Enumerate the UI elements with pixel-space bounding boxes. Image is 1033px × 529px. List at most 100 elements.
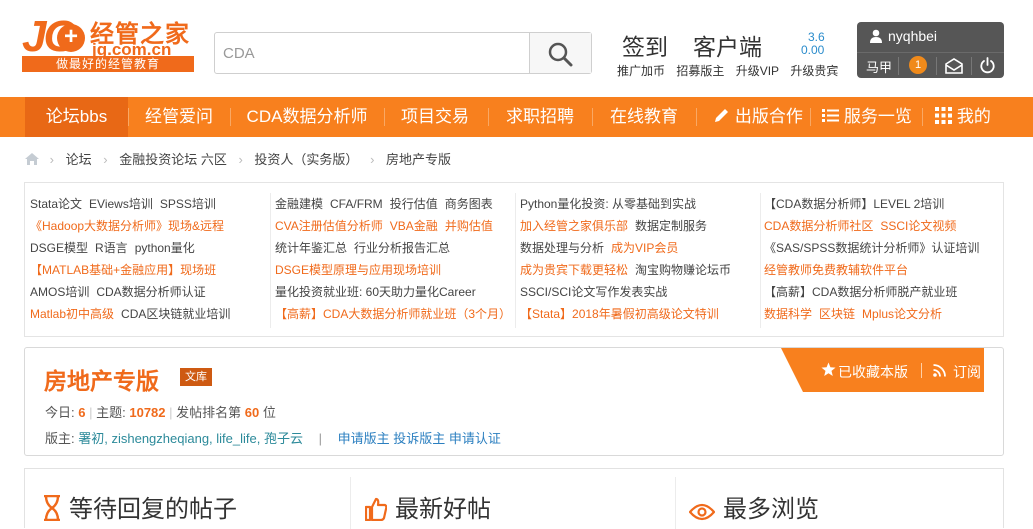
site-logo[interactable]: JG + 经管之家 jg.com.cn 做最好的经管教育 bbox=[22, 12, 194, 74]
nav-cda[interactable]: CDA数据分析师 bbox=[240, 97, 374, 137]
header-sublinks: 推广加币 招募版主 升级VIP 升级贵宾 bbox=[617, 62, 846, 79]
complain-mod-link[interactable]: 投诉版主 bbox=[393, 431, 445, 446]
ad-column-4: 【CDA数据分析师】LEVEL 2培训 CDA数据分析师社区 SSCI论文视频 《… bbox=[764, 193, 1008, 325]
upgrade-vip-link[interactable]: 升级VIP bbox=[736, 64, 779, 78]
ad-link[interactable]: CDA数据分析师社区 bbox=[764, 219, 873, 233]
nav-ask[interactable]: 经管爱问 bbox=[138, 97, 220, 137]
search-box bbox=[214, 32, 592, 74]
subscribe-button[interactable]: 订阅 bbox=[953, 362, 981, 382]
checkin-link[interactable]: 签到 bbox=[622, 28, 668, 62]
logo-plus-icon: + bbox=[57, 24, 85, 52]
nav-services[interactable]: 服务一览 bbox=[820, 97, 914, 137]
breadcrumb-sep: › bbox=[49, 152, 54, 167]
today-count: 6 bbox=[78, 405, 86, 420]
recruit-mod-link[interactable]: 招募版主 bbox=[676, 64, 724, 78]
user-icon bbox=[870, 29, 882, 43]
nav-trade[interactable]: 项目交易 bbox=[394, 97, 476, 137]
ad-link[interactable]: 【MATLAB基础+金融应用】现场班 bbox=[30, 263, 216, 277]
section-most-viewed[interactable]: 最多浏览 bbox=[688, 489, 819, 524]
ad-link[interactable]: AMOS培训 bbox=[30, 285, 89, 299]
ad-link[interactable]: SSCI论文视频 bbox=[880, 219, 956, 233]
moderator-list[interactable]: 署初, zishengzheqiang, life_life, 孢子云 bbox=[78, 431, 303, 446]
ad-link[interactable]: 加入经管之家俱乐部 bbox=[520, 219, 628, 233]
nav-mine[interactable]: 我的 bbox=[930, 97, 996, 137]
ad-link[interactable]: Stata论文 bbox=[30, 197, 82, 211]
notification-badge[interactable]: 1 bbox=[909, 56, 927, 74]
breadcrumb-sep: › bbox=[103, 152, 108, 167]
ad-link[interactable]: 商务图表 bbox=[445, 197, 493, 211]
home-icon[interactable] bbox=[24, 152, 40, 166]
upgrade-guest-link[interactable]: 升级贵宾 bbox=[790, 64, 838, 78]
ad-link[interactable]: 数据处理与分析 bbox=[520, 241, 604, 255]
ad-link[interactable]: 行业分析报告汇总 bbox=[354, 241, 450, 255]
ad-link[interactable]: VBA金融 bbox=[390, 219, 438, 233]
divider bbox=[936, 57, 937, 75]
library-tag[interactable]: 文库 bbox=[180, 368, 212, 386]
nav-divider bbox=[384, 108, 385, 126]
ad-column-2: 金融建模 CFA/FRM 投行估值 商务图表 CVA注册估值分析师 VBA金融 并购估值 … bbox=[275, 193, 519, 325]
ad-link[interactable]: Python量化投资: 从零基础到实战 bbox=[520, 197, 696, 211]
ad-link[interactable]: 【高薪】CDA大数据分析师就业班（3个月） bbox=[275, 307, 511, 321]
ad-link[interactable]: 《SAS/SPSS数据统计分析师》认证培训 bbox=[764, 241, 979, 255]
ad-link[interactable]: 并购估值 bbox=[445, 219, 493, 233]
breadcrumb-investor[interactable]: 投资人（实务版） bbox=[254, 152, 358, 167]
grid-icon bbox=[935, 107, 953, 124]
ad-link[interactable]: CDA数据分析师认证 bbox=[96, 285, 205, 299]
ad-link[interactable]: 【高薪】CDA数据分析师脱产就业班 bbox=[764, 285, 957, 299]
ad-link[interactable]: 《Hadoop大数据分析师》现场&远程 bbox=[30, 219, 224, 233]
nav-jobs[interactable]: 求职招聘 bbox=[498, 97, 582, 137]
ad-link[interactable]: 数据科学 bbox=[764, 307, 812, 321]
breadcrumb-forum[interactable]: 论坛 bbox=[66, 152, 92, 167]
ad-link[interactable]: EViews培训 bbox=[89, 197, 153, 211]
ad-link[interactable]: 【Stata】2018年暑假初高级论文特训 bbox=[520, 307, 719, 321]
power-icon[interactable] bbox=[979, 57, 996, 74]
username[interactable]: nyqhbei bbox=[869, 28, 937, 44]
nav-publish[interactable]: 出版合作 bbox=[712, 97, 804, 137]
ad-column-3: Python量化投资: 从零基础到实战 加入经管之家俱乐部 数据定制服务 数据处理… bbox=[520, 193, 764, 325]
section-latest-good[interactable]: 最新好帖 bbox=[364, 489, 491, 524]
nav-divider bbox=[128, 108, 129, 126]
ad-link[interactable]: DSGE模型原理与应用现场培训 bbox=[275, 263, 441, 277]
ad-link[interactable]: CDA区块链就业培训 bbox=[121, 307, 230, 321]
user-panel: nyqhbei 马甲 1 bbox=[857, 22, 1004, 78]
envelope-icon[interactable] bbox=[945, 58, 963, 74]
nav-bbs[interactable]: 论坛bbs bbox=[25, 97, 128, 137]
ad-link[interactable]: python量化 bbox=[135, 241, 195, 255]
client-link[interactable]: 客户端 bbox=[693, 28, 762, 62]
alias-link[interactable]: 马甲 bbox=[866, 57, 892, 76]
ad-link[interactable]: Matlab初中高级 bbox=[30, 307, 114, 321]
ad-link[interactable]: R语言 bbox=[95, 241, 128, 255]
ad-link[interactable]: 淘宝购物赚论坛币 bbox=[635, 263, 731, 277]
ad-link[interactable]: CVA注册估值分析师 bbox=[275, 219, 383, 233]
ad-link[interactable]: 量化投资就业班: 60天助力量化Career bbox=[275, 285, 476, 299]
section-divider bbox=[350, 477, 351, 529]
divider bbox=[921, 363, 922, 378]
favorite-subscribe-bar: 已收藏本版 订阅 bbox=[781, 348, 984, 392]
ad-link[interactable]: 经管教师免费教辅软件平台 bbox=[764, 263, 908, 277]
section-waiting-reply[interactable]: 等待回复的帖子 bbox=[43, 489, 237, 524]
ad-link[interactable]: 统计年鉴汇总 bbox=[275, 241, 347, 255]
ad-link[interactable]: 金融建模 bbox=[275, 197, 323, 211]
ad-link[interactable]: 成为VIP会员 bbox=[611, 241, 678, 255]
favorited-button[interactable]: 已收藏本版 bbox=[838, 362, 908, 382]
ad-link[interactable]: CFA/FRM bbox=[330, 197, 383, 211]
ad-link[interactable]: 成为贵宾下载更轻松 bbox=[520, 263, 628, 277]
divider bbox=[971, 57, 972, 75]
ad-link[interactable]: 【CDA数据分析师】LEVEL 2培训 bbox=[764, 197, 944, 211]
search-button[interactable] bbox=[529, 33, 591, 73]
ad-link[interactable]: SSCI/SCI论文写作发表实战 bbox=[520, 285, 667, 299]
search-input[interactable] bbox=[223, 42, 523, 64]
apply-verify-link[interactable]: 申请认证 bbox=[449, 431, 501, 446]
ad-link[interactable]: SPSS培训 bbox=[160, 197, 216, 211]
ad-link[interactable]: 投行估值 bbox=[390, 197, 438, 211]
search-icon bbox=[548, 42, 573, 67]
promote-link[interactable]: 推广加币 bbox=[617, 64, 665, 78]
apply-mod-link[interactable]: 申请版主 bbox=[338, 431, 390, 446]
main-nav: 论坛bbs 经管爱问 CDA数据分析师 项目交易 求职招聘 在线教育 出版合作 … bbox=[0, 97, 1033, 137]
ad-link[interactable]: 数据定制服务 bbox=[635, 219, 707, 233]
ad-link[interactable]: 区块链 bbox=[819, 307, 855, 321]
ad-link[interactable]: Mplus论文分析 bbox=[862, 307, 942, 321]
ad-link[interactable]: DSGE模型 bbox=[30, 241, 88, 255]
nav-education[interactable]: 在线教育 bbox=[602, 97, 686, 137]
breadcrumb-zone[interactable]: 金融投资论坛 六区 bbox=[119, 152, 227, 167]
